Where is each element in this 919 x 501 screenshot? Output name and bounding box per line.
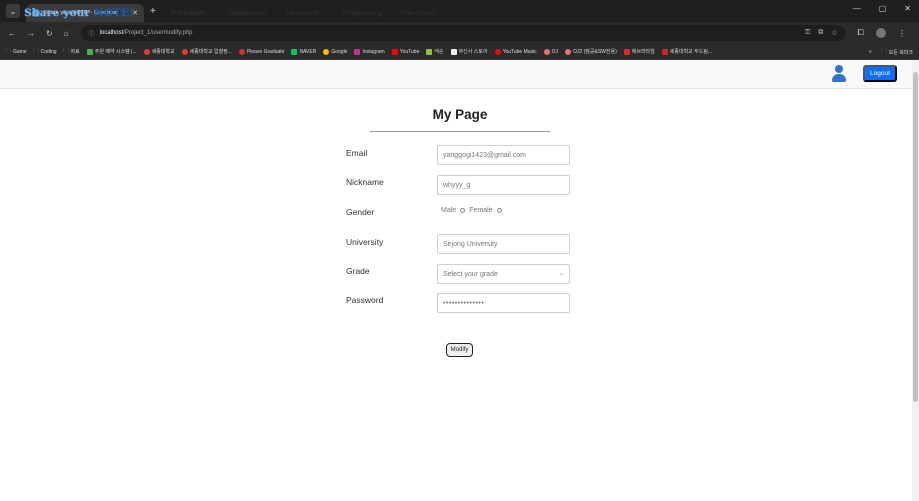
address-bar-row: ← → ↻ ⌂ ⓘ localhost /Project_1/usermodif… <box>0 22 919 44</box>
bookmark-favicon-icon <box>661 48 668 55</box>
folder-icon: 🗀 <box>881 48 887 54</box>
email-field[interactable]: yanggogi1423@gmail.com <box>437 145 570 165</box>
nav-programming[interactable]: Programming <box>343 10 382 17</box>
bookmark-item[interactable]: 주원 예약 시스템 |... <box>86 48 137 55</box>
nav-free-forum[interactable]: Free Forum <box>401 10 435 17</box>
bookmark-item[interactable]: 세종대학교 입찰정... <box>181 48 232 55</box>
bookmark-favicon-icon <box>565 48 572 55</box>
bookmark-item[interactable]: YouTube Music <box>494 48 537 55</box>
bookmark-item[interactable]: 🗀 Coding <box>34 48 57 56</box>
url-input[interactable]: ⓘ localhost /Project_1/usermodify.php ⚿ … <box>80 25 846 41</box>
gender-female-label: Female <box>469 207 493 214</box>
bookmark-favicon-icon <box>494 48 501 55</box>
nav-liberal-arts[interactable]: Liberal Arts <box>286 10 319 17</box>
page-scrollbar[interactable] <box>912 60 919 501</box>
browser-right-tools: ⧠ ⋮ <box>858 28 906 38</box>
bookmark-favicon-icon <box>323 48 330 55</box>
bookmark-item[interactable]: Please Graduate <box>238 48 284 55</box>
new-tab-icon[interactable]: + <box>150 6 156 17</box>
bookmark-favicon-icon <box>86 48 93 55</box>
bookmark-item[interactable]: Instagram <box>354 48 385 55</box>
modify-button[interactable]: Modify <box>446 343 473 357</box>
home-icon[interactable]: ⌂ <box>64 29 69 38</box>
bookmark-favicon-icon <box>623 48 630 55</box>
restore-icon[interactable]: ▢ <box>879 4 887 13</box>
gender-label: Gender <box>346 207 375 217</box>
bookmark-item[interactable]: 에브리타임 <box>623 48 655 55</box>
minimize-icon[interactable]: — <box>853 4 861 13</box>
gender-male-radio[interactable] <box>460 208 466 213</box>
bookmarks-bar: 🗀 Game 🗀 Coding 🗀 자료 주원 예약 시스템 |... 세종대학교 세… <box>0 44 919 60</box>
bookmark-favicon-icon <box>354 48 361 55</box>
omnibox-tools: ⚿ ⧉ ☆ <box>805 29 838 37</box>
nickname-field[interactable]: whyyy_g <box>437 175 570 195</box>
bookmark-item[interactable]: 넥슨 <box>426 48 444 55</box>
chevron-down-icon: ⌄ <box>558 271 564 277</box>
email-label: Email <box>346 148 368 158</box>
bookmark-favicon-icon <box>291 48 298 55</box>
password-field[interactable]: •••••••••••••• <box>437 293 570 313</box>
grade-label: Grade <box>346 266 370 276</box>
bookmark-item[interactable]: 🗀 자료 <box>64 48 80 56</box>
bookmark-item[interactable]: 세종대학교 두드림... <box>661 48 712 55</box>
bookmarks-right: » 🗀 모든 북마크 <box>862 44 913 59</box>
bookmark-item[interactable]: 🗀 Game <box>6 48 27 56</box>
folder-icon: 🗀 <box>6 47 12 54</box>
bookmark-favicon-icon <box>181 48 188 55</box>
bookmark-item[interactable]: YouTube <box>391 48 419 55</box>
password-label: Password <box>346 295 384 305</box>
bookmark-star-icon[interactable]: ☆ <box>831 29 837 37</box>
more-bookmarks-icon[interactable]: » <box>869 49 872 55</box>
bookmark-item[interactable]: OJ <box>543 48 558 55</box>
profile-avatar[interactable] <box>875 28 886 38</box>
site-navbar <box>0 60 919 89</box>
bookmark-favicon-icon <box>391 48 398 55</box>
folder-icon: 🗀 <box>63 47 69 54</box>
gender-male-label: Male <box>441 207 457 214</box>
translate-icon[interactable]: ⧉ <box>818 29 823 37</box>
brand-part1: Share your <box>24 7 95 19</box>
all-bookmarks-folder[interactable]: 🗀 모든 북마크 <box>882 48 913 56</box>
back-icon[interactable]: ← <box>8 29 16 38</box>
bookmark-item[interactable]: Google <box>323 48 347 55</box>
nav-mathematics[interactable]: Mathematics <box>229 10 266 17</box>
gender-female-radio[interactable] <box>496 208 502 213</box>
forward-icon[interactable]: → <box>27 29 35 38</box>
url-host: localhost <box>99 30 124 36</box>
scrollbar-thumb[interactable] <box>913 72 918 402</box>
title-divider <box>370 131 550 132</box>
nav-full-bulletin[interactable]: Full Bulletin <box>171 10 205 17</box>
url-path: /Project_1/usermodify.php <box>123 30 193 36</box>
browser-menu-icon[interactable]: ⋮ <box>898 29 906 38</box>
bookmark-item[interactable]: 무신사 스토어 <box>450 48 488 55</box>
page-title: My Page <box>432 107 488 122</box>
bookmark-favicon-icon <box>426 48 433 55</box>
user-icon[interactable] <box>831 65 847 83</box>
close-window-icon[interactable]: ✕ <box>904 4 911 13</box>
university-field[interactable]: Sejong University <box>437 234 570 254</box>
bookmark-item[interactable]: 세종대학교 <box>143 48 175 55</box>
bookmark-favicon-icon <box>238 48 245 55</box>
brand-part2: NOTE! <box>94 7 135 19</box>
grade-select[interactable]: Select your grade ⌄ <box>437 264 570 284</box>
password-key-icon[interactable]: ⚿ <box>805 29 810 37</box>
bookmark-item[interactable]: OJ2 (컴공&SW전용) <box>565 48 617 55</box>
university-label: University <box>346 237 384 247</box>
logout-button[interactable]: Logout <box>863 65 897 82</box>
tab-search-icon[interactable]: ⌄ <box>6 4 20 18</box>
bookmark-favicon-icon <box>143 48 150 55</box>
nav-buttons: ← → ↻ ⌂ <box>8 29 69 38</box>
bookmark-favicon-icon <box>543 48 550 55</box>
browser-tab-bar: ⌄ Share your NOTE! - User mod ✕ + — ▢ ✕ <box>0 0 919 22</box>
reload-icon[interactable]: ↻ <box>46 29 53 38</box>
folder-icon: 🗀 <box>33 47 39 54</box>
gender-options: Male Female <box>441 207 504 214</box>
brand-logo[interactable]: Share your NOTE! <box>24 7 134 19</box>
extensions-icon[interactable]: ⧠ <box>858 28 864 38</box>
nickname-label: Nickname <box>346 177 384 187</box>
bookmark-favicon-icon <box>450 48 457 55</box>
window-controls: — ▢ ✕ <box>853 4 911 13</box>
site-info-icon[interactable]: ⓘ <box>89 29 95 38</box>
bookmark-item[interactable]: NAVER <box>291 48 316 55</box>
